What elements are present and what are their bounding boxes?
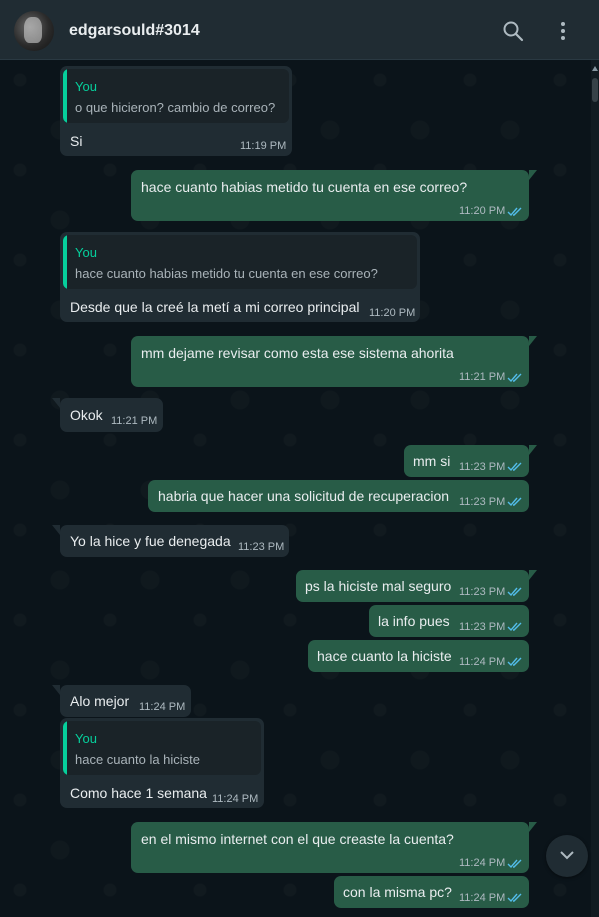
message-time: 11:20 PM [369, 307, 416, 319]
quoted-message[interactable]: You o que hicieron? cambio de correo? [63, 69, 289, 123]
avatar[interactable] [14, 11, 54, 51]
message-time: 11:23 PM [459, 621, 506, 633]
bubble-tail [529, 170, 537, 180]
quote-author: You [75, 79, 97, 94]
read-ticks-icon [507, 587, 522, 597]
message-text: Okok [70, 407, 103, 423]
message-incoming[interactable]: Okok 11:21 PM [60, 398, 163, 432]
message-text: mm si [413, 453, 451, 469]
message-time: 11:24 PM [459, 857, 506, 869]
scrollbar-thumb[interactable] [592, 78, 598, 102]
message-outgoing[interactable]: en el mismo internet con el que creaste … [131, 822, 529, 873]
message-text: Como hace 1 semana [70, 785, 207, 801]
bubble-tail [52, 685, 60, 695]
message-outgoing[interactable]: mm si 11:23 PM [404, 445, 529, 477]
quoted-message[interactable]: You hace cuanto habias metido tu cuenta … [63, 235, 417, 289]
contact-name[interactable]: edgarsould#3014 [69, 22, 200, 40]
scroll-to-bottom-button[interactable] [546, 835, 588, 877]
quote-accent-bar [63, 69, 67, 123]
message-time: 11:20 PM [459, 205, 506, 217]
message-text: mm dejame revisar como esta ese sistema … [141, 345, 454, 361]
message-text: Si [70, 133, 83, 149]
quote-text: hace cuanto habias metido tu cuenta en e… [75, 266, 378, 281]
message-text: con la misma pc? [343, 884, 452, 900]
message-text: hace cuanto habias metido tu cuenta en e… [141, 179, 468, 195]
message-time: 11:21 PM [459, 371, 506, 383]
bubble-tail [52, 398, 60, 408]
quote-text: o que hicieron? cambio de correo? [75, 100, 276, 115]
message-time: 11:23 PM [459, 496, 506, 508]
message-outgoing[interactable]: habria que hacer una solicitud de recupe… [148, 480, 529, 512]
quote-accent-bar [63, 235, 67, 289]
message-outgoing[interactable]: mm dejame revisar como esta ese sistema … [131, 336, 529, 387]
message-text: Alo mejor [70, 693, 130, 709]
quote-accent-bar [63, 721, 67, 775]
bubble-tail [52, 525, 60, 535]
read-ticks-icon [507, 622, 522, 632]
read-ticks-icon [507, 657, 522, 667]
bubble-tail [529, 445, 537, 455]
quoted-message[interactable]: You hace cuanto la hiciste [63, 721, 261, 775]
message-list[interactable]: You o que hicieron? cambio de correo? Si… [0, 60, 599, 917]
chevron-down-icon [560, 851, 574, 860]
message-text: en el mismo internet con el que creaste … [141, 831, 454, 847]
message-outgoing[interactable]: hace cuanto la hiciste 11:24 PM [308, 640, 529, 672]
read-ticks-icon [507, 462, 522, 472]
message-time: 11:24 PM [459, 656, 506, 668]
message-incoming[interactable]: You o que hicieron? cambio de correo? Si… [60, 66, 292, 156]
message-time: 11:23 PM [459, 586, 506, 598]
message-time: 11:24 PM [459, 892, 506, 904]
message-text: la info pues [378, 613, 450, 629]
message-text: hace cuanto la hiciste [317, 648, 452, 664]
message-time: 11:23 PM [238, 541, 285, 553]
bubble-tail [529, 570, 537, 580]
message-time: 11:24 PM [212, 793, 259, 805]
read-ticks-icon [507, 373, 522, 383]
chat-header: edgarsould#3014 [0, 0, 599, 60]
message-outgoing[interactable]: ps la hiciste mal seguro 11:23 PM [296, 570, 529, 602]
quote-text: hace cuanto la hiciste [75, 752, 201, 767]
quote-author: You [75, 731, 97, 746]
scrollbar[interactable] [591, 60, 599, 917]
quote-author: You [75, 245, 97, 260]
message-outgoing[interactable]: hace cuanto habias metido tu cuenta en e… [131, 170, 529, 221]
read-ticks-icon [507, 859, 522, 869]
message-incoming[interactable]: Yo la hice y fue denegada 11:23 PM [60, 525, 289, 557]
message-incoming[interactable]: Alo mejor 11:24 PM [60, 685, 191, 717]
message-time: 11:21 PM [111, 415, 158, 427]
message-incoming[interactable]: You hace cuanto la hiciste Como hace 1 s… [60, 718, 264, 808]
scroll-up-arrow[interactable] [592, 66, 598, 71]
message-text: ps la hiciste mal seguro [305, 578, 452, 594]
message-outgoing[interactable]: con la misma pc? 11:24 PM [334, 876, 529, 908]
bubble-tail [529, 336, 537, 346]
read-ticks-icon [507, 893, 522, 903]
message-time: 11:23 PM [459, 461, 506, 473]
message-text: habria que hacer una solicitud de recupe… [158, 488, 450, 504]
message-time: 11:24 PM [139, 701, 186, 713]
read-ticks-icon [507, 497, 522, 507]
message-text: Yo la hice y fue denegada [70, 533, 231, 549]
message-time: 11:19 PM [240, 140, 287, 152]
search-icon[interactable] [502, 20, 524, 42]
message-outgoing[interactable]: la info pues 11:23 PM [369, 605, 529, 637]
message-incoming[interactable]: You hace cuanto habias metido tu cuenta … [60, 232, 420, 322]
message-text: Desde que la creé la metí a mi correo pr… [70, 299, 360, 315]
more-vertical-icon[interactable] [552, 20, 574, 42]
read-ticks-icon [507, 207, 522, 217]
bubble-tail [529, 822, 537, 832]
